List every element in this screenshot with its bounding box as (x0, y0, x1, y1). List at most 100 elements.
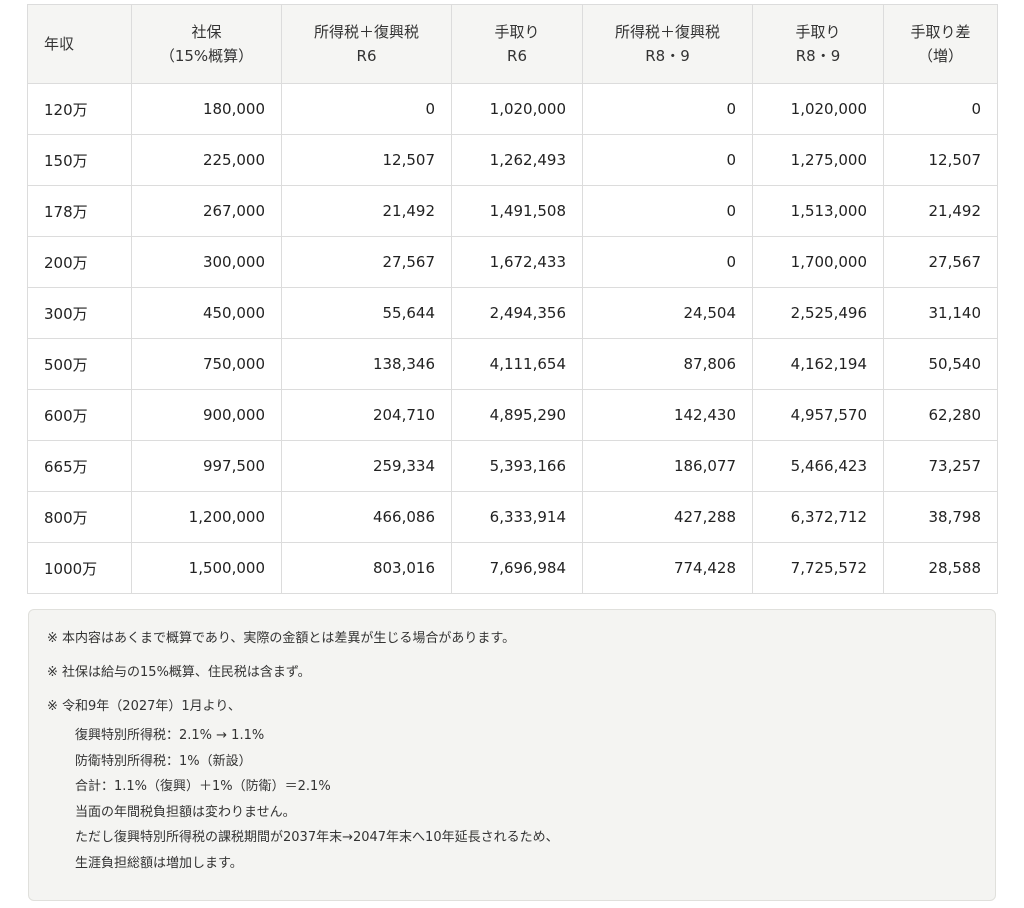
cell-income-tax-r89: 0 (582, 185, 753, 237)
header-label: 手取り (795, 23, 841, 41)
cell-income-tax-r6: 803,016 (281, 542, 452, 594)
cell-takehome-r6: 1,491,508 (451, 185, 583, 237)
table-row: 800万 1,200,000 466,086 6,333,914 427,288… (27, 491, 998, 543)
cell-takehome-r89: 1,700,000 (752, 236, 884, 288)
cell-takehome-r6: 6,333,914 (451, 491, 583, 543)
cell-takehome-r89: 1,513,000 (752, 185, 884, 237)
cell-takehome-r6: 7,696,984 (451, 542, 583, 594)
cell-takehome-diff: 73,257 (883, 440, 998, 492)
cell-social-insurance: 300,000 (131, 236, 282, 288)
cell-social-insurance: 1,500,000 (131, 542, 282, 594)
table-row: 178万 267,000 21,492 1,491,508 0 1,513,00… (27, 185, 998, 237)
header-takehome-diff: 手取り差 （増） (883, 4, 998, 84)
cell-income-tax-r6: 0 (281, 83, 452, 135)
header-annual-income: 年収 (27, 4, 132, 84)
cell-takehome-r89: 6,372,712 (752, 491, 884, 543)
cell-income-tax-r89: 142,430 (582, 389, 753, 441)
cell-income-tax-r89: 0 (582, 83, 753, 135)
header-income-tax-r6: 所得税＋復興税 R6 (281, 4, 452, 84)
cell-takehome-r89: 4,957,570 (752, 389, 884, 441)
cell-annual-income: 1000万 (27, 542, 132, 594)
cell-annual-income: 500万 (27, 338, 132, 390)
cell-takehome-r6: 4,111,654 (451, 338, 583, 390)
cell-takehome-diff: 27,567 (883, 236, 998, 288)
note-detail-line: 合計：1.1%（復興）＋1%（防衛）＝2.1% (75, 779, 331, 794)
cell-annual-income: 600万 (27, 389, 132, 441)
header-sublabel: R8・9 (645, 47, 690, 65)
cell-income-tax-r89: 186,077 (582, 440, 753, 492)
header-sublabel: R8・9 (795, 47, 841, 65)
cell-income-tax-r6: 12,507 (281, 134, 452, 186)
header-income-tax-r89: 所得税＋復興税 R8・9 (582, 4, 753, 84)
header-sublabel: R6 (356, 47, 377, 65)
header-label: 手取り (494, 23, 540, 41)
cell-income-tax-r89: 24,504 (582, 287, 753, 339)
cell-takehome-r89: 7,725,572 (752, 542, 884, 594)
tax-comparison-table-wrapper: 年収 社保 （15%概算） 所得税＋復興税 R6 手取り R6 所得税＋復興税 … (27, 4, 998, 594)
cell-annual-income: 178万 (27, 185, 132, 237)
cell-takehome-r6: 1,020,000 (451, 83, 583, 135)
cell-annual-income: 200万 (27, 236, 132, 288)
cell-takehome-r6: 1,672,433 (451, 236, 583, 288)
header-label: 社保 (191, 23, 222, 41)
cell-social-insurance: 997,500 (131, 440, 282, 492)
cell-annual-income: 300万 (27, 287, 132, 339)
header-label: 所得税＋復興税 (614, 23, 720, 41)
cell-takehome-diff: 50,540 (883, 338, 998, 390)
note-detail-line: 当面の年間税負担額は変わりません。 (75, 804, 296, 820)
cell-social-insurance: 267,000 (131, 185, 282, 237)
cell-annual-income: 120万 (27, 83, 132, 135)
cell-takehome-r89: 1,020,000 (752, 83, 884, 135)
table-row: 1000万 1,500,000 803,016 7,696,984 774,42… (27, 542, 998, 594)
cell-social-insurance: 750,000 (131, 338, 282, 390)
cell-social-insurance: 450,000 (131, 287, 282, 339)
cell-takehome-diff: 12,507 (883, 134, 998, 186)
cell-takehome-diff: 62,280 (883, 389, 998, 441)
cell-income-tax-r6: 27,567 (281, 236, 452, 288)
note-reiwa9-details: 復興特別所得税：2.1% → 1.1% 防衛特別所得税：1%（新設） 合計：1.… (47, 723, 995, 876)
table-row: 500万 750,000 138,346 4,111,654 87,806 4,… (27, 338, 998, 390)
cell-takehome-r89: 2,525,496 (752, 287, 884, 339)
note-social-insurance-basis: ※ 社保は給与の15%概算、住民税は含まず。 (47, 665, 311, 680)
table-row: 300万 450,000 55,644 2,494,356 24,504 2,5… (27, 287, 998, 339)
cell-takehome-diff: 0 (883, 83, 998, 135)
table-row: 150万 225,000 12,507 1,262,493 0 1,275,00… (27, 134, 998, 186)
header-sublabel: R6 (507, 47, 527, 65)
header-sublabel: （15%概算） (159, 47, 254, 65)
cell-income-tax-r6: 259,334 (281, 440, 452, 492)
cell-income-tax-r89: 427,288 (582, 491, 753, 543)
cell-takehome-r6: 5,393,166 (451, 440, 583, 492)
header-takehome-r6: 手取り R6 (451, 4, 583, 84)
table-row: 665万 997,500 259,334 5,393,166 186,077 5… (27, 440, 998, 492)
cell-income-tax-r89: 0 (582, 236, 753, 288)
cell-takehome-diff: 31,140 (883, 287, 998, 339)
cell-social-insurance: 225,000 (131, 134, 282, 186)
cell-income-tax-r6: 204,710 (281, 389, 452, 441)
cell-takehome-r6: 1,262,493 (451, 134, 583, 186)
cell-takehome-r89: 4,162,194 (752, 338, 884, 390)
cell-takehome-r89: 5,466,423 (752, 440, 884, 492)
cell-income-tax-r6: 55,644 (281, 287, 452, 339)
cell-takehome-r6: 2,494,356 (451, 287, 583, 339)
note-reiwa9-title: ※ 令和9年（2027年）1月より、 (47, 699, 241, 714)
header-label: 所得税＋復興税 (313, 23, 419, 41)
table-row: 600万 900,000 204,710 4,895,290 142,430 4… (27, 389, 998, 441)
cell-annual-income: 150万 (27, 134, 132, 186)
table-row: 200万 300,000 27,567 1,672,433 0 1,700,00… (27, 236, 998, 288)
cell-income-tax-r6: 21,492 (281, 185, 452, 237)
note-detail-line: 復興特別所得税：2.1% → 1.1% (75, 728, 265, 743)
tax-comparison-table: 年収 社保 （15%概算） 所得税＋復興税 R6 手取り R6 所得税＋復興税 … (27, 4, 998, 594)
header-label: 年収 (44, 35, 75, 53)
cell-takehome-r6: 4,895,290 (451, 389, 583, 441)
header-sublabel: （増） (917, 47, 963, 65)
cell-social-insurance: 900,000 (131, 389, 282, 441)
header-social-insurance: 社保 （15%概算） (131, 4, 282, 84)
cell-income-tax-r89: 87,806 (582, 338, 753, 390)
cell-income-tax-r6: 466,086 (281, 491, 452, 543)
cell-takehome-diff: 38,798 (883, 491, 998, 543)
cell-annual-income: 665万 (27, 440, 132, 492)
cell-takehome-r89: 1,275,000 (752, 134, 884, 186)
cell-income-tax-r6: 138,346 (281, 338, 452, 390)
cell-social-insurance: 180,000 (131, 83, 282, 135)
cell-income-tax-r89: 0 (582, 134, 753, 186)
